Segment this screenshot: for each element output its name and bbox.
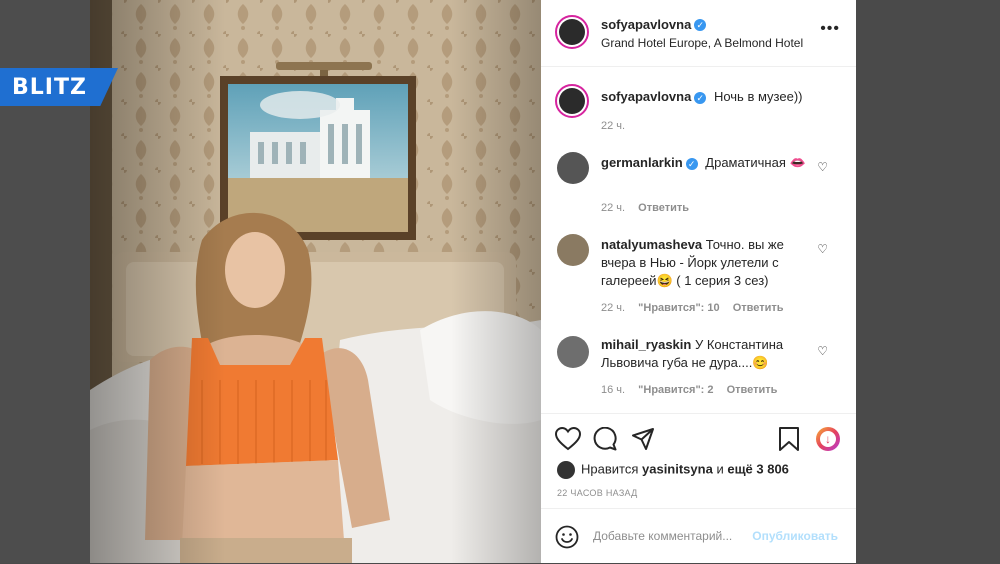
like-comment-icon[interactable]: ♡ bbox=[817, 344, 828, 358]
likes-count[interactable]: ещё 3 806 bbox=[727, 461, 789, 476]
blitz-logo[interactable]: BLITZ bbox=[0, 68, 118, 106]
liker-avatar bbox=[557, 461, 575, 479]
emoji-icon[interactable] bbox=[555, 525, 579, 549]
author-username[interactable]: sofyapavlovna bbox=[601, 17, 691, 32]
reply-button[interactable]: Ответить bbox=[727, 384, 778, 396]
post-location[interactable]: Grand Hotel Europe, A Belmond Hotel bbox=[601, 36, 803, 50]
post-actions: ↓ Нравится yasinitsyna и ещё 3 806 22 ЧА… bbox=[541, 413, 856, 504]
verified-icon: ✓ bbox=[694, 91, 707, 104]
publish-button[interactable]: Опубликовать bbox=[752, 529, 838, 543]
post-photo bbox=[90, 0, 541, 563]
comment-likes[interactable]: "Нравится": 2 bbox=[638, 384, 713, 396]
comment-time[interactable]: 22 ч. bbox=[601, 202, 625, 214]
author-avatar[interactable] bbox=[555, 15, 589, 49]
download-icon[interactable]: ↓ bbox=[816, 427, 840, 451]
post-header: sofyapavlovna ✓ Grand Hotel Europe, A Bel… bbox=[541, 0, 856, 67]
comment-input[interactable]: Добавьте комментарий... bbox=[593, 529, 732, 543]
share-icon[interactable] bbox=[631, 427, 655, 451]
caption-text: Ночь в музее)) bbox=[713, 89, 803, 104]
commenter-avatar[interactable] bbox=[557, 152, 589, 184]
more-options-icon[interactable]: ••• bbox=[820, 21, 840, 37]
commenter-avatar[interactable] bbox=[557, 336, 589, 368]
post-time[interactable]: 22 ЧАСОВ НАЗАД bbox=[557, 488, 638, 498]
comment-box: Добавьте комментарий... Опубликовать bbox=[541, 508, 856, 564]
caption-username[interactable]: sofyapavlovna bbox=[601, 89, 691, 104]
liker-username[interactable]: yasinitsyna bbox=[642, 461, 713, 476]
verified-icon: ✓ bbox=[685, 157, 698, 170]
likes-summary[interactable]: Нравится yasinitsyna и ещё 3 806 bbox=[557, 461, 789, 479]
like-comment-icon[interactable]: ♡ bbox=[817, 160, 828, 174]
commenter-avatar[interactable] bbox=[557, 234, 589, 266]
likes-prefix: Нравится bbox=[581, 461, 639, 477]
commenter-username[interactable]: germanlarkin bbox=[601, 155, 683, 170]
caption-avatar[interactable] bbox=[555, 84, 589, 118]
reply-button[interactable]: Ответить bbox=[638, 202, 689, 214]
reply-button[interactable]: Ответить bbox=[733, 302, 784, 314]
caption-time[interactable]: 22 ч. bbox=[601, 120, 625, 132]
background-right bbox=[856, 0, 1000, 563]
verified-icon: ✓ bbox=[694, 18, 707, 31]
instagram-side-panel: sofyapavlovna ✓ Grand Hotel Europe, A Bel… bbox=[541, 0, 856, 563]
likes-connector: и bbox=[716, 461, 724, 477]
blitz-logo-text: BLITZ bbox=[12, 74, 87, 100]
comment-likes[interactable]: "Нравится": 10 bbox=[638, 302, 719, 314]
commenter-username[interactable]: natalyumasheva bbox=[601, 237, 702, 252]
comment-icon[interactable] bbox=[593, 427, 617, 451]
like-icon[interactable] bbox=[555, 427, 581, 451]
commenter-username[interactable]: mihail_ryaskin bbox=[601, 337, 691, 352]
save-bookmark-icon[interactable] bbox=[778, 427, 800, 451]
like-comment-icon[interactable]: ♡ bbox=[817, 242, 828, 256]
comment-text: Драматичная 👄 bbox=[705, 155, 806, 170]
comment-time[interactable]: 16 ч. bbox=[601, 384, 625, 396]
comment-time[interactable]: 22 ч. bbox=[601, 302, 625, 314]
